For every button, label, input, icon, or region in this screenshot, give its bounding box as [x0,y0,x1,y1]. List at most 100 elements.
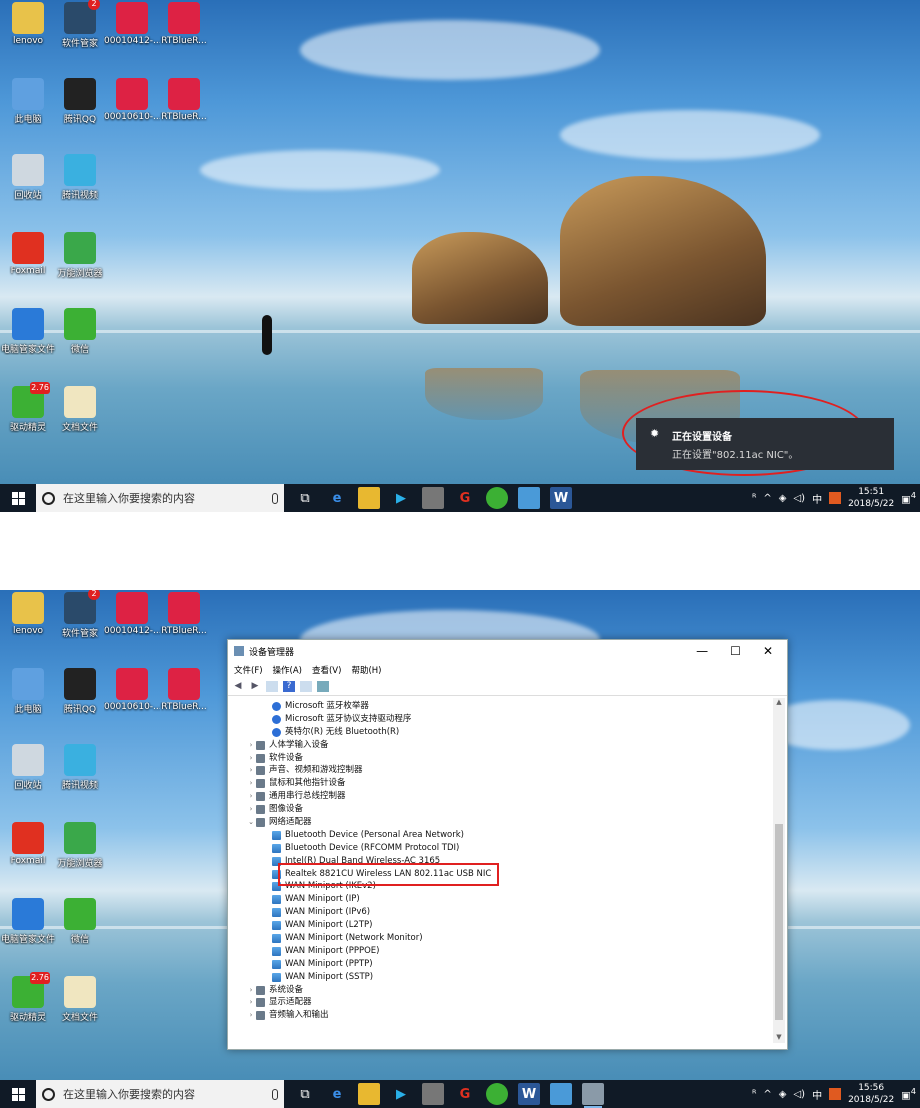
wechat-icon[interactable] [486,1083,508,1105]
desktop-icon[interactable]: 万能浏览器 [52,232,108,279]
desktop-icon[interactable]: 2 软件管家 [52,0,108,49]
chevron-right-icon[interactable]: › [246,790,256,803]
video-player-icon[interactable]: ▶ [390,1083,412,1105]
desktop-icon[interactable]: 此电脑 [0,668,56,715]
file-explorer-icon[interactable] [358,1083,380,1105]
desktop-icon[interactable]: 腾讯视频 [52,154,108,201]
tree-item[interactable]: Microsoft 蓝牙协议支持驱动程序 [228,713,773,726]
volume-icon[interactable]: ◁) [793,1089,805,1100]
chevron-up-icon[interactable]: ^ [763,493,771,504]
chevron-right-icon[interactable]: › [246,1009,256,1022]
edge-icon[interactable]: e [326,487,348,509]
device-manager-taskbar-icon[interactable] [582,1083,604,1108]
tree-item[interactable]: › 音频输入和输出 [228,1009,773,1022]
desktop-icon[interactable]: 文档文件 [52,976,108,1023]
app-tray-icon[interactable] [829,492,842,504]
desktop-icon[interactable]: RTBlueR... [156,668,212,712]
chevron-right-icon[interactable]: › [246,752,256,765]
foxmail-icon[interactable]: G [454,487,476,509]
menu-item[interactable]: 操作(A) [273,664,302,676]
people-icon[interactable]: ᴿ [752,1089,756,1100]
scroll-thumb[interactable] [775,824,783,1020]
wechat-icon[interactable] [486,487,508,509]
menu-item[interactable]: 文件(F) [234,664,263,676]
desktop-icon[interactable]: 微信 [52,898,108,945]
title-bar[interactable]: 设备管理器 — ☐ ✕ [228,640,787,662]
chevron-up-icon[interactable]: ^ [763,1089,771,1100]
menu-item[interactable]: 查看(V) [312,664,341,676]
desktop-icon[interactable]: Foxmail [0,822,56,866]
desktop-icon[interactable]: 00010412-... [104,2,160,46]
clock[interactable]: 15:56 2018/5/22 [848,1082,894,1106]
desktop-icon[interactable]: 回收站 [0,744,56,791]
desktop-icon[interactable]: lenovo [0,2,56,46]
chevron-right-icon[interactable]: › [246,984,256,997]
tree-item[interactable]: WAN Miniport (SSTP) [228,971,773,984]
desktop-icon[interactable]: 腾讯QQ [52,668,108,715]
desktop-icon[interactable]: 腾讯QQ [52,78,108,125]
desktop-icon[interactable]: RTBlueR... [156,78,212,122]
desktop-icon[interactable]: 2.76 驱动精灵 [0,382,56,433]
clock[interactable]: 15:51 2018/5/22 [848,486,894,510]
desktop-icon[interactable]: 电脑管家文件 [0,308,56,355]
minimize-button[interactable]: — [696,644,708,658]
scroll-up-icon[interactable]: ▲ [773,698,785,708]
tree-item[interactable]: › 软件设备 [228,752,773,765]
maximize-button[interactable]: ☐ [730,644,741,658]
tree-item[interactable]: Bluetooth Device (Personal Area Network) [228,829,773,842]
tree-item[interactable]: › 显示适配器 [228,996,773,1009]
chevron-right-icon[interactable]: › [246,777,256,790]
chevron-right-icon[interactable]: › [246,764,256,777]
tree-item[interactable]: › 通用串行总线控制器 [228,790,773,803]
desktop-icon[interactable]: 电脑管家文件 [0,898,56,945]
calculator-icon[interactable] [422,487,444,509]
forward-arrow-icon[interactable]: ▶ [249,681,261,692]
desktop-icon[interactable]: 2 软件管家 [52,590,108,639]
word-icon[interactable]: W [518,1083,540,1105]
search-box[interactable]: 在这里输入你要搜索的内容 [36,484,284,512]
notification-center-icon[interactable]: ▣4 [901,1086,916,1101]
chevron-right-icon[interactable]: › [246,739,256,752]
desktop-icon[interactable]: 2.76 驱动精灵 [0,972,56,1023]
desktop-icon[interactable]: Foxmail [0,232,56,276]
tree-item[interactable]: › 系统设备 [228,984,773,997]
ime-indicator[interactable]: 中 [812,1087,822,1102]
tree-item[interactable]: 英特尔(R) 无线 Bluetooth(R) [228,726,773,739]
properties-icon[interactable] [266,681,278,692]
edge-icon[interactable]: e [326,1083,348,1105]
scroll-down-icon[interactable]: ▼ [773,1033,785,1043]
desktop-icon[interactable]: 00010610-... [104,78,160,122]
desktop-icon[interactable]: RTBlueR... [156,2,212,46]
start-button[interactable] [0,484,36,512]
chevron-right-icon[interactable]: › [246,996,256,1009]
word-icon[interactable]: W [550,487,572,509]
tree-item[interactable]: Microsoft 蓝牙枚举器 [228,700,773,713]
search-box[interactable]: 在这里输入你要搜索的内容 [36,1080,284,1108]
microphone-icon[interactable] [272,1088,278,1100]
calculator-icon[interactable] [422,1083,444,1105]
tree-item[interactable]: WAN Miniport (L2TP) [228,919,773,932]
desktop-icon[interactable]: 文档文件 [52,386,108,433]
task-view-icon[interactable]: ⧉ [294,487,316,509]
foxmail-icon[interactable]: G [454,1083,476,1105]
vertical-scrollbar[interactable]: ▲ ▼ [773,698,785,1043]
tree-item[interactable]: WAN Miniport (Network Monitor) [228,932,773,945]
tree-item[interactable]: Bluetooth Device (RFCOMM Protocol TDI) [228,842,773,855]
tree-item[interactable]: › 图像设备 [228,803,773,816]
chevron-right-icon[interactable]: › [246,803,256,816]
start-button[interactable] [0,1080,36,1108]
back-arrow-icon[interactable]: ◀ [232,681,244,692]
view-icon[interactable] [300,681,312,692]
desktop-icon[interactable]: 腾讯视频 [52,744,108,791]
notification-toast[interactable]: ✹ 正在设置设备 正在设置"802.11ac NIC"。 [636,418,894,470]
tree-item[interactable]: WAN Miniport (IP) [228,893,773,906]
video-player-icon[interactable]: ▶ [390,487,412,509]
network-icon[interactable]: ◈ [779,1089,787,1100]
tree-item[interactable]: WAN Miniport (PPPOE) [228,945,773,958]
tree-item[interactable]: WAN Miniport (IPv6) [228,906,773,919]
close-button[interactable]: ✕ [763,644,773,658]
tree-item[interactable]: › 鼠标和其他指针设备 [228,777,773,790]
tree-item[interactable]: ⌄ 网络适配器 [228,816,773,829]
chevron-down-icon[interactable]: ⌄ [246,816,256,829]
desktop-icon[interactable]: 万能浏览器 [52,822,108,869]
